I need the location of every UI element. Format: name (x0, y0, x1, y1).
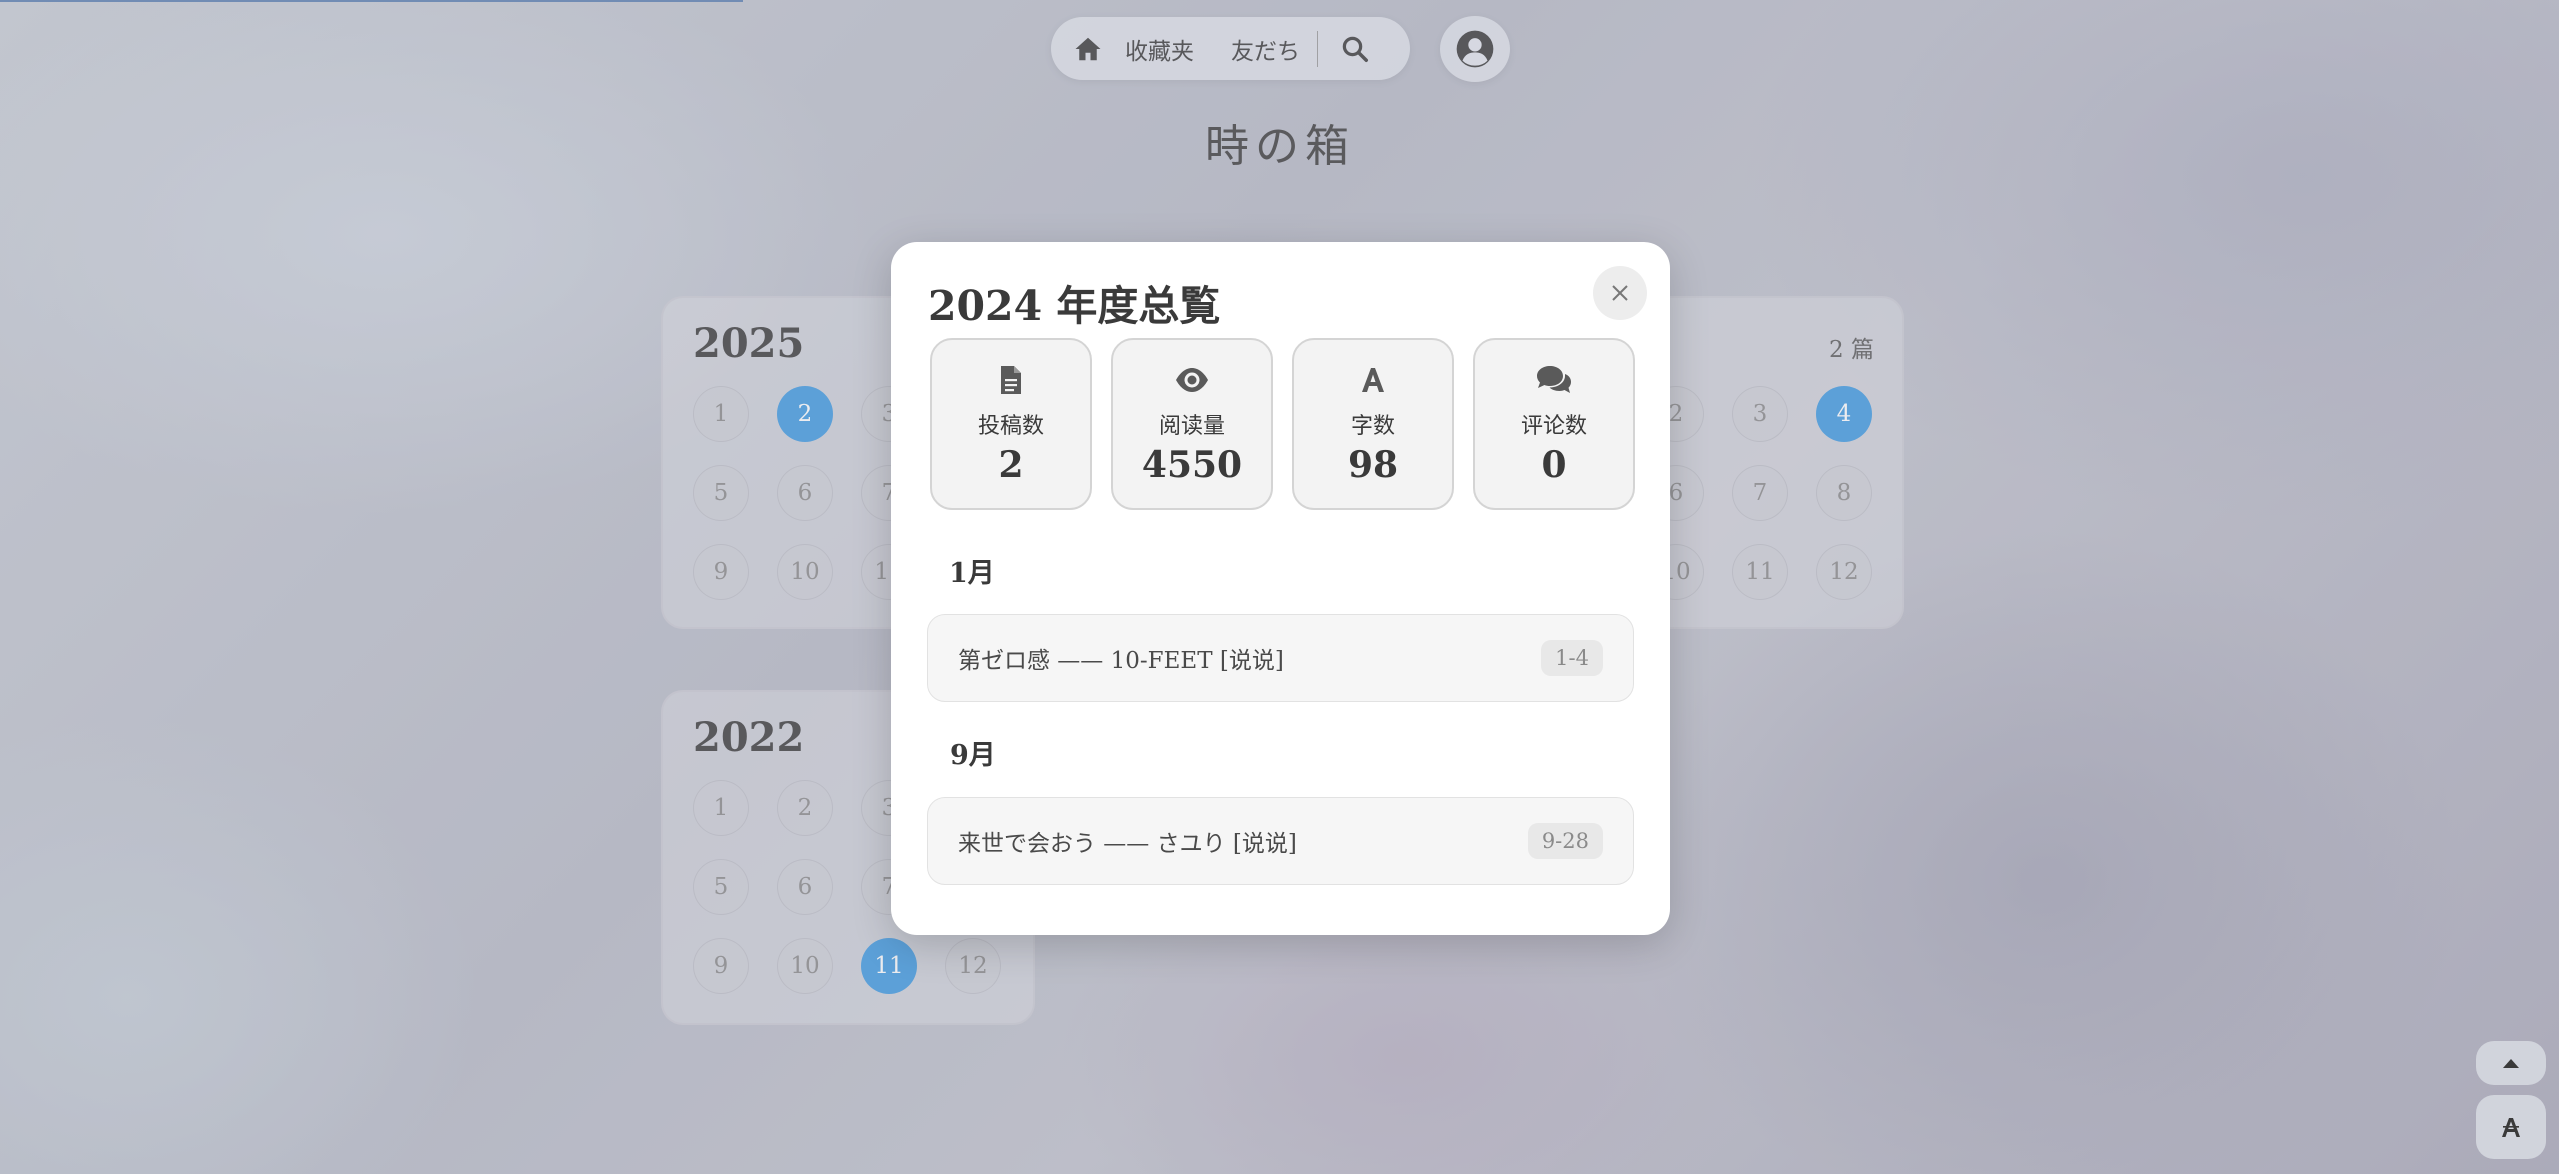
close-button[interactable] (1593, 266, 1647, 320)
stat-label: 评论数 (1520, 414, 1587, 439)
stat-card-comments: 评论数 0 (1473, 338, 1635, 510)
stat-card-words: 字数 98 (1292, 338, 1454, 510)
font-settings-button[interactable] (2476, 1095, 2546, 1159)
stat-label: 字数 (1350, 414, 1395, 439)
modal-title: 2024 年度总覧 (928, 282, 1221, 330)
caret-up-icon (2503, 1059, 2519, 1068)
eye-icon (1176, 368, 1208, 392)
font-icon (1362, 368, 1384, 392)
stat-label: 投稿数 (977, 414, 1044, 439)
scroll-top-button[interactable] (2476, 1041, 2546, 1085)
comments-icon (1537, 366, 1571, 393)
close-icon (1612, 285, 1628, 301)
stat-label: 阅读量 (1158, 414, 1225, 439)
stat-value: 0 (1541, 444, 1567, 486)
stat-card-views: 阅读量 4550 (1111, 338, 1273, 510)
font-settings-icon (2502, 1118, 2520, 1137)
document-icon (1001, 366, 1021, 394)
stat-value: 2 (998, 444, 1024, 486)
year-summary-modal: 2024 年度总覧 投稿数 2 阅读量 4550 字数 98 评论数 0 1月 … (891, 242, 1670, 935)
stat-value: 4550 (1141, 444, 1243, 486)
post-title: 第ゼロ感 —— 10-FEET [说说] (958, 648, 1284, 674)
month-heading: 9月 (950, 740, 996, 771)
stat-card-posts: 投稿数 2 (930, 338, 1092, 510)
stat-value: 98 (1347, 444, 1399, 486)
post-date: 1-4 (1541, 640, 1603, 676)
post-date: 9-28 (1527, 823, 1603, 859)
post-item[interactable]: 第ゼロ感 —— 10-FEET [说说] 1-4 (927, 614, 1634, 702)
month-heading: 1月 (949, 558, 995, 589)
post-item[interactable]: 来世で会おう —— さユり [说说] 9-28 (927, 797, 1634, 885)
post-title: 来世で会おう —— さユり [说说] (958, 831, 1297, 857)
